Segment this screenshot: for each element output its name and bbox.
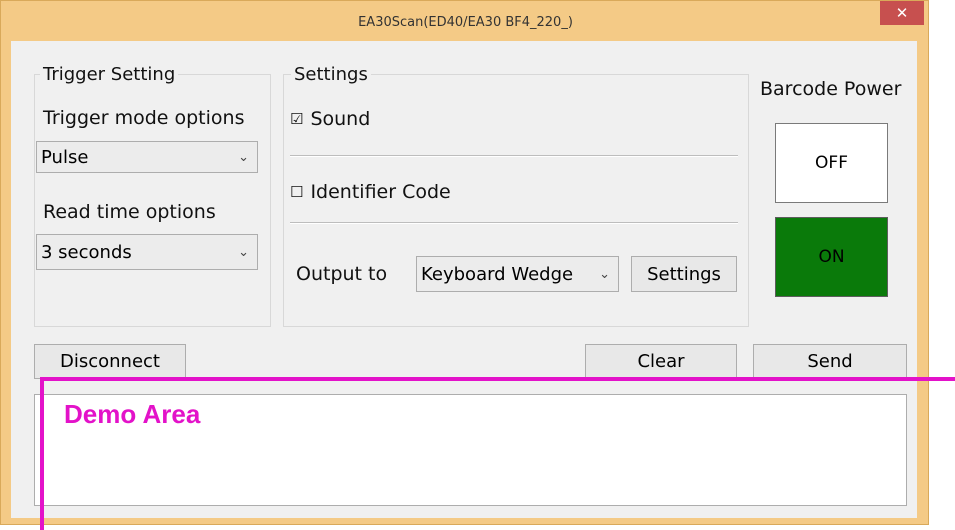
read-time-select[interactable]: 3 seconds ⌄ [36,234,258,270]
separator [290,222,738,224]
output-settings-button[interactable]: Settings [631,256,737,292]
app-window: EA30Scan(ED40/EA30 BF4_220_) ✕ Trigger S… [0,0,929,525]
trigger-mode-value: Pulse [41,146,89,168]
checkbox-checked-icon: ☑ [290,110,304,128]
power-on-button[interactable]: ON [775,217,888,297]
clear-button[interactable]: Clear [585,344,737,379]
chevron-down-icon: ⌄ [599,266,610,282]
barcode-power-label: Barcode Power [760,78,902,100]
read-time-label: Read time options [43,201,216,223]
checkbox-unchecked-icon: ☐ [290,183,304,201]
send-button[interactable]: Send [753,344,907,379]
trigger-mode-select[interactable]: Pulse ⌄ [36,141,258,173]
window-title: EA30Scan(ED40/EA30 BF4_220_) [358,15,573,30]
output-to-label: Output to [296,263,388,285]
demo-area-border-left [40,377,44,530]
trigger-mode-label: Trigger mode options [43,107,245,129]
settings-legend: Settings [291,64,371,86]
close-icon: ✕ [895,4,909,22]
demo-area-border-top [40,377,955,381]
client-area: Trigger Setting Trigger mode options Pul… [11,41,917,518]
output-to-value: Keyboard Wedge [421,263,574,285]
trigger-setting-legend: Trigger Setting [40,64,179,86]
demo-area-label: Demo Area [64,399,201,429]
close-button[interactable]: ✕ [880,1,924,25]
chevron-down-icon: ⌄ [238,149,249,165]
title-bar: EA30Scan(ED40/EA30 BF4_220_) ✕ [1,1,930,41]
sound-label: Sound [310,108,371,130]
output-to-select[interactable]: Keyboard Wedge ⌄ [416,256,619,292]
sound-checkbox[interactable]: ☑ Sound [290,108,370,130]
separator [290,155,738,157]
disconnect-button[interactable]: Disconnect [34,344,186,379]
identifier-code-label: Identifier Code [310,181,451,203]
read-time-value: 3 seconds [41,241,132,263]
power-off-button[interactable]: OFF [775,123,888,203]
identifier-code-checkbox[interactable]: ☐ Identifier Code [290,181,451,203]
chevron-down-icon: ⌄ [238,244,249,260]
